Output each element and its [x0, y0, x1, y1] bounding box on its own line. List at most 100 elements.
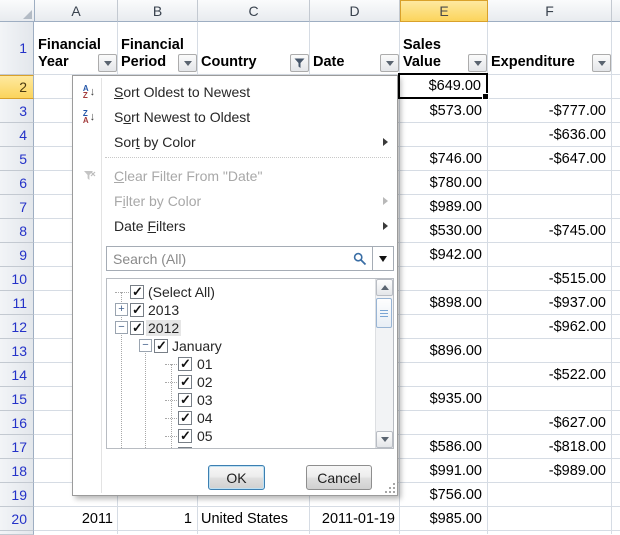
cell-E17[interactable]: $586.00 [401, 435, 482, 459]
row-header-5[interactable]: 5 [0, 147, 34, 171]
cell-F4[interactable]: -$636.00 [489, 123, 606, 147]
search-scope-dropdown-button[interactable] [372, 246, 394, 271]
collapse-icon[interactable]: − [139, 339, 152, 352]
tree-label[interactable]: 04 [195, 410, 215, 426]
cell-E20[interactable]: $985.00 [401, 507, 482, 531]
cell-F16[interactable]: -$627.00 [489, 411, 606, 435]
row-header-1[interactable]: 1 [0, 22, 34, 75]
row-header-6[interactable]: 6 [0, 171, 34, 195]
tree-label[interactable]: 2013 [146, 302, 181, 318]
tree-item-day-01[interactable]: 01 [107, 355, 375, 373]
select-all-corner[interactable] [0, 0, 35, 22]
cell-D1-date-header[interactable]: Date [310, 22, 400, 74]
search-input[interactable]: Search (All) [106, 246, 373, 271]
row-header-20[interactable]: 20 [0, 507, 34, 531]
tree-item-day-03[interactable]: 03 [107, 391, 375, 409]
tree-item-select-all[interactable]: (Select All) [107, 283, 375, 301]
row-header-14[interactable]: 14 [0, 363, 34, 387]
checkbox-05[interactable] [178, 429, 192, 443]
column-header-F[interactable]: F [488, 0, 612, 22]
tree-label[interactable]: 03 [195, 392, 215, 408]
cell-F3[interactable]: -$777.00 [489, 99, 606, 123]
row-header-3[interactable]: 3 [0, 99, 34, 123]
cell-A20[interactable]: 2011 [36, 507, 113, 531]
row-header-18[interactable]: 18 [0, 459, 34, 483]
scrollbar-thumb[interactable] [376, 298, 392, 328]
menu-item-sort-oldest-to-newest[interactable]: AZ↓ Sort Oldest to Newest [74, 79, 396, 104]
cell-B20[interactable]: 1 [119, 507, 192, 531]
cell-F18[interactable]: -$989.00 [489, 459, 606, 483]
checkbox-partial[interactable] [178, 447, 192, 449]
row-header-13[interactable]: 13 [0, 339, 34, 363]
row-header-17[interactable]: 17 [0, 435, 34, 459]
cell-E13[interactable]: $896.00 [401, 339, 482, 363]
cell-E6[interactable]: $780.00 [401, 171, 482, 195]
fill-handle[interactable] [482, 93, 489, 100]
tree-label[interactable]: January [170, 338, 224, 354]
checkbox-04[interactable] [178, 411, 192, 425]
row-header-12[interactable]: 12 [0, 315, 34, 339]
tree-label[interactable]: 01 [195, 356, 215, 372]
scroll-down-button[interactable] [376, 431, 393, 448]
tree-item-day-04[interactable]: 04 [107, 409, 375, 427]
column-header-C[interactable]: C [198, 0, 310, 22]
cell-C1-country-header[interactable]: Country [198, 22, 310, 74]
cell-F8[interactable]: -$745.00 [489, 219, 606, 243]
cell-D20[interactable]: 2011-01-19 [311, 507, 395, 531]
ok-button[interactable]: OK [208, 465, 265, 490]
row-header-16[interactable]: 16 [0, 411, 34, 435]
cancel-button[interactable]: Cancel [306, 465, 372, 490]
row-header-9[interactable]: 9 [0, 243, 34, 267]
cell-E15[interactable]: $935.00 [401, 387, 482, 411]
cell-F12[interactable]: -$962.00 [489, 315, 606, 339]
tree-item-day-02[interactable]: 02 [107, 373, 375, 391]
column-header-E[interactable]: E [400, 0, 488, 22]
checkbox-select-all[interactable] [130, 285, 144, 299]
tree-label[interactable]: (Select All) [146, 284, 217, 300]
row-header-7[interactable]: 7 [0, 195, 34, 219]
checkbox-02[interactable] [178, 375, 192, 389]
cell-F5[interactable]: -$647.00 [489, 147, 606, 171]
row-header-19[interactable]: 19 [0, 483, 34, 507]
tree-label[interactable]: 2012 [146, 320, 181, 336]
cell-E19[interactable]: $756.00 [401, 483, 482, 507]
cell-E18[interactable]: $991.00 [401, 459, 482, 483]
menu-item-sort-by-color[interactable]: Sort by Color [74, 129, 396, 154]
cell-E5[interactable]: $746.00 [401, 147, 482, 171]
cell-B1-financial-period-header[interactable]: Financial Period [118, 22, 198, 74]
menu-item-date-filters[interactable]: Date Filters [74, 213, 396, 238]
row-header-4[interactable]: 4 [0, 123, 34, 147]
cell-F10[interactable]: -$515.00 [489, 267, 606, 291]
cell-E8[interactable]: $530.00 [401, 219, 482, 243]
scroll-up-button[interactable] [376, 279, 393, 296]
row-header-2[interactable]: 2 [0, 75, 34, 99]
checkbox-03[interactable] [178, 393, 192, 407]
menu-item-sort-newest-to-oldest[interactable]: ZA↓ Sort Newest to Oldest [74, 104, 396, 129]
cell-E1-sales-value-header[interactable]: Sales Value [400, 22, 488, 74]
cell-E7[interactable]: $989.00 [401, 195, 482, 219]
expand-icon[interactable]: + [115, 303, 128, 316]
row-header-15[interactable]: 15 [0, 387, 34, 411]
cell-F17[interactable]: -$818.00 [489, 435, 606, 459]
resize-grip[interactable] [384, 482, 395, 493]
tree-label[interactable]: 05 [195, 428, 215, 444]
cell-F14[interactable]: -$522.00 [489, 363, 606, 387]
checkbox-2013[interactable] [130, 303, 144, 317]
active-cell-E2[interactable]: $649.00 [398, 73, 488, 99]
cell-A1-financial-year-header[interactable]: Financial Year [35, 22, 118, 74]
cell-F11[interactable]: -$937.00 [489, 291, 606, 315]
tree-item-2013[interactable]: + 2013 [107, 301, 375, 319]
filter-dropdown-button-B[interactable] [178, 54, 197, 72]
collapse-icon[interactable]: − [115, 321, 128, 334]
tree-item-partial[interactable] [107, 445, 375, 449]
column-header-B[interactable]: B [118, 0, 198, 22]
column-header-A[interactable]: A [35, 0, 118, 22]
row-header-11[interactable]: 11 [0, 291, 34, 315]
filter-dropdown-button-A[interactable] [98, 54, 117, 72]
tree-scrollbar[interactable] [375, 279, 393, 448]
row-header-8[interactable]: 8 [0, 219, 34, 243]
cell-E9[interactable]: $942.00 [401, 243, 482, 267]
tree-label[interactable]: 02 [195, 374, 215, 390]
filter-dropdown-button-D[interactable] [380, 54, 399, 72]
cell-E11[interactable]: $898.00 [401, 291, 482, 315]
